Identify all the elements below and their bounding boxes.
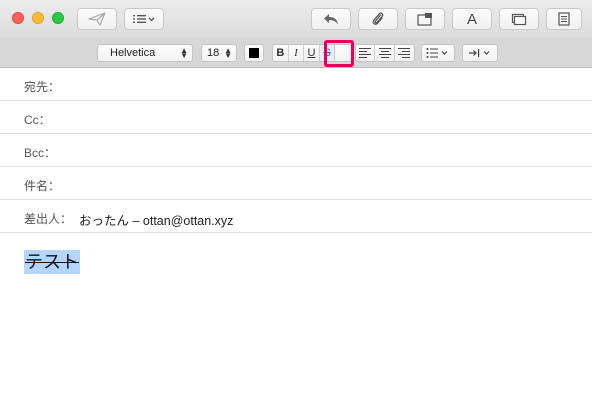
reply-button[interactable] <box>311 8 351 30</box>
alignment-segment <box>355 44 415 62</box>
close-window-button[interactable] <box>12 12 24 24</box>
font-family-value: Helvetica <box>110 47 156 59</box>
align-right-icon <box>398 48 411 58</box>
underline-button[interactable]: U <box>304 45 320 61</box>
from-label: 差出人： <box>24 212 73 226</box>
markup-button[interactable] <box>405 8 445 30</box>
bullet-list-icon <box>426 48 448 58</box>
from-value[interactable]: おったん – ottan@ottan.xyz <box>79 210 233 229</box>
fonts-button[interactable]: A <box>452 8 492 30</box>
fonts-label: A <box>466 10 477 28</box>
font-family-select[interactable]: Helvetica ▲ ▼ <box>97 44 193 62</box>
window-toolbar: A <box>0 0 592 38</box>
paperclip-icon <box>372 12 384 25</box>
align-left-button[interactable] <box>356 45 376 61</box>
indent-button[interactable] <box>462 44 498 62</box>
reply-arrow-icon <box>324 14 338 24</box>
window-icon <box>511 13 527 26</box>
align-left-icon <box>359 48 372 58</box>
bcc-label: Bcc： <box>24 146 57 160</box>
message-body[interactable]: テスト <box>0 233 592 408</box>
format-button[interactable] <box>546 8 582 30</box>
window-button[interactable] <box>499 8 539 30</box>
list-style-button[interactable] <box>421 44 455 62</box>
subject-field[interactable]: 件名： <box>0 167 592 200</box>
align-center-button[interactable] <box>375 45 395 61</box>
chevron-updown-icon: ▲ ▼ <box>180 46 188 60</box>
italic-button[interactable]: I <box>289 45 305 61</box>
to-field[interactable]: 宛先： <box>0 68 592 101</box>
indent-icon <box>469 49 490 57</box>
align-right-button[interactable] <box>395 45 414 61</box>
bcc-field[interactable]: Bcc： <box>0 134 592 167</box>
send-button[interactable] <box>77 8 117 30</box>
subject-label: 件名： <box>24 179 61 193</box>
align-center-icon <box>378 48 391 58</box>
chevron-updown-icon: ▲ ▼ <box>224 46 232 60</box>
from-field[interactable]: 差出人： おったん – ottan@ottan.xyz <box>0 200 592 233</box>
cc-field[interactable]: Cc： <box>0 101 592 134</box>
color-swatch <box>249 48 259 58</box>
font-size-value: 18 <box>207 47 220 59</box>
to-label: 宛先： <box>24 80 61 94</box>
photo-browser-icon <box>417 13 432 26</box>
text-color-well[interactable] <box>244 44 264 62</box>
bold-button[interactable]: B <box>273 45 289 61</box>
zoom-window-button[interactable] <box>52 12 64 24</box>
minimize-window-button[interactable] <box>32 12 44 24</box>
format-icon <box>558 12 570 26</box>
list-icon <box>133 15 155 23</box>
format-bar: Helvetica ▲ ▼ 18 ▲ ▼ B I U S <box>0 38 592 68</box>
selected-body-text[interactable]: テスト <box>24 250 80 274</box>
font-size-select[interactable]: 18 ▲ ▼ <box>201 44 237 62</box>
header-fields-button[interactable] <box>124 8 164 30</box>
cc-label: Cc： <box>24 113 51 127</box>
send-icon <box>88 12 106 26</box>
attach-button[interactable] <box>358 8 398 30</box>
strikethrough-highlight-box <box>324 40 354 67</box>
